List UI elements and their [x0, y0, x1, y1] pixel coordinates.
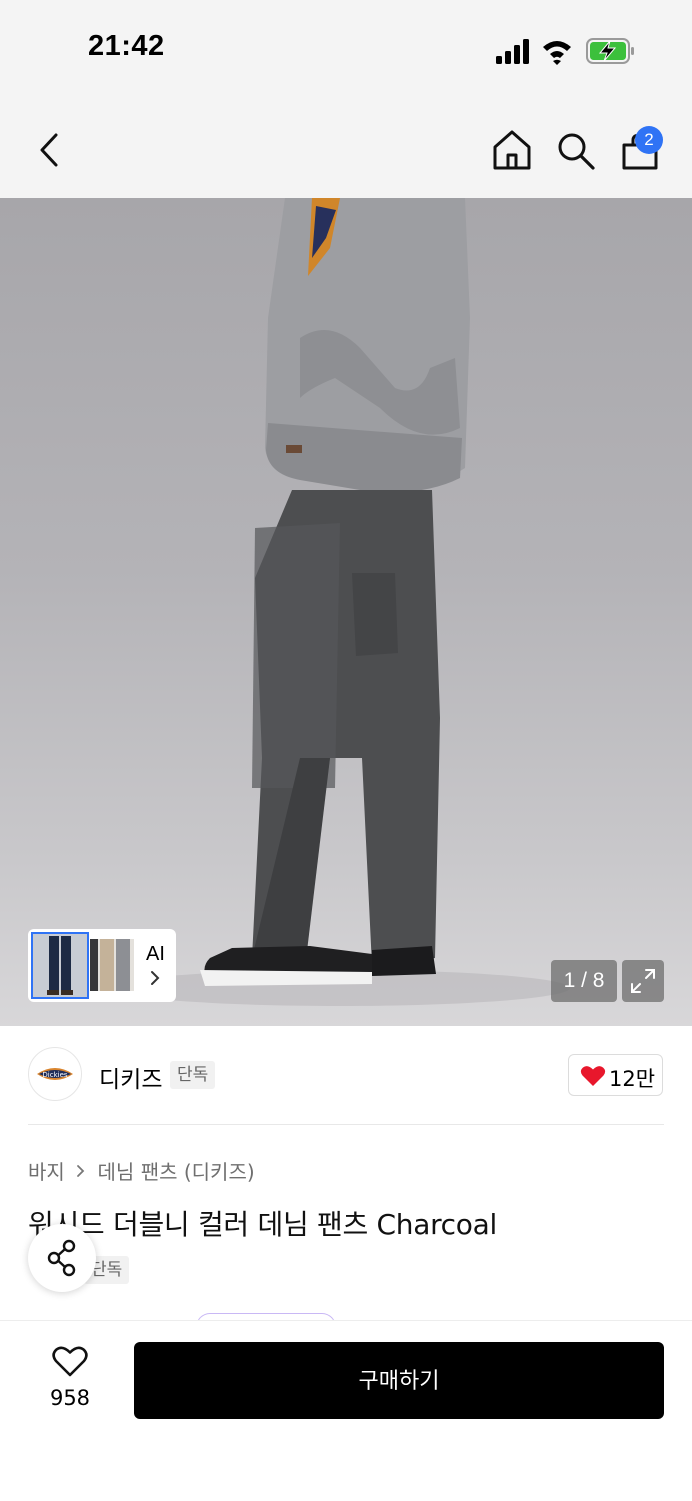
divider — [28, 1124, 664, 1125]
breadcrumb: 바지 데님 팬츠 (디키즈) — [28, 1156, 255, 1185]
status-icons — [496, 38, 634, 65]
share-icon — [47, 1239, 76, 1277]
ai-thumbnail-1 — [31, 932, 89, 999]
home-icon[interactable] — [492, 129, 532, 171]
breadcrumb-item-category[interactable]: 데님 팬츠 (디키즈) — [98, 1160, 255, 1184]
expand-icon — [631, 969, 655, 993]
back-icon[interactable] — [36, 131, 64, 169]
brand-logo-text: Dickies — [42, 1071, 67, 1079]
product-image[interactable] — [0, 198, 692, 1026]
thumbnail-image — [33, 934, 87, 997]
product-title: 워시드 더블니 컬러 데님 팬츠 Charcoal — [28, 1208, 497, 1241]
search-icon[interactable] — [556, 131, 596, 171]
chevron-right-icon — [77, 1164, 85, 1177]
cart-count-badge: 2 — [635, 126, 663, 154]
share-button[interactable] — [28, 1224, 96, 1292]
exclusive-badge: 단독 — [170, 1061, 216, 1089]
ai-thumbnail-2 — [90, 939, 134, 991]
status-time: 21:42 — [88, 30, 165, 62]
heart-filled-icon — [580, 1066, 606, 1086]
breadcrumb-item-pants[interactable]: 바지 — [28, 1160, 65, 1184]
thumbnail-image — [90, 939, 134, 991]
buy-button[interactable]: 구매하기 — [134, 1342, 664, 1419]
expand-button[interactable] — [622, 960, 664, 1002]
brand-name[interactable]: 디키즈 — [99, 1060, 162, 1094]
product-photo — [110, 198, 570, 1006]
status-bar: 21:42 — [0, 0, 692, 100]
brand-logo-image: Dickies — [37, 1068, 73, 1080]
brand-like-count: 12만 — [609, 1067, 656, 1091]
brand-logo[interactable]: Dickies — [28, 1047, 82, 1101]
image-page-counter: 1 / 8 — [551, 960, 617, 1002]
brand-like-button[interactable]: 12만 — [568, 1054, 663, 1096]
battery-icon — [586, 38, 634, 64]
ai-style-card[interactable]: AI — [28, 929, 176, 1002]
heart-outline-icon[interactable] — [52, 1346, 88, 1378]
wifi-icon — [543, 41, 571, 65]
chevron-right-icon — [151, 971, 160, 985]
signal-icon — [496, 39, 529, 64]
ai-label: AI — [146, 943, 165, 965]
wishlist-count: 958 — [49, 1386, 91, 1410]
